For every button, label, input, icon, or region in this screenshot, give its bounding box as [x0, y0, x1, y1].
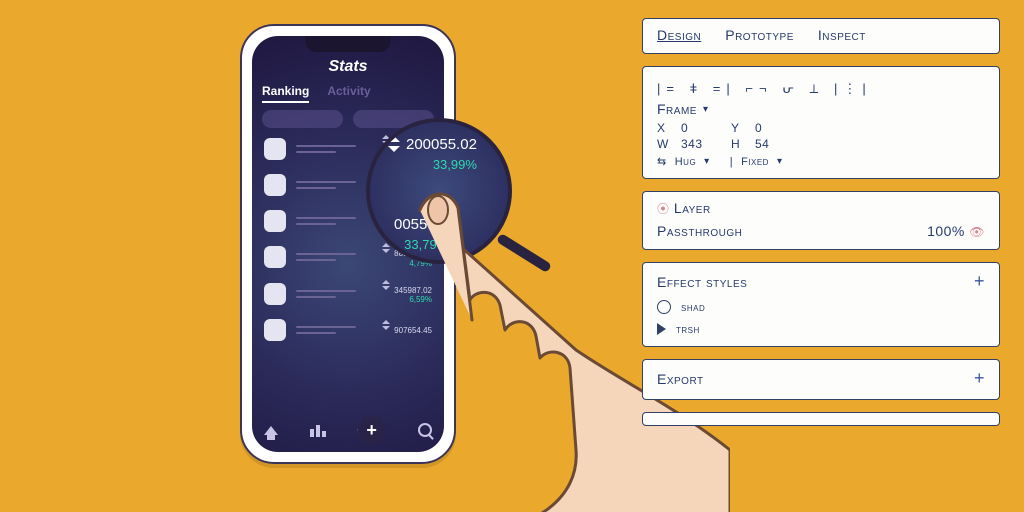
add-effect-button[interactable]: +	[974, 271, 985, 292]
item-text-placeholder	[296, 181, 356, 189]
magnified-percent: 33,79%	[394, 237, 448, 252]
add-export-button[interactable]: +	[974, 368, 985, 389]
filter-pill[interactable]	[262, 110, 343, 128]
tab-activity[interactable]: Activity	[327, 84, 370, 103]
item-text-placeholder	[296, 145, 356, 153]
tab-ranking[interactable]: Ranking	[262, 84, 309, 103]
effect-item[interactable]: trsh	[657, 322, 985, 336]
item-thumb	[264, 138, 286, 160]
phone-notch	[305, 36, 391, 52]
fixed-dropdown[interactable]: Fixed	[741, 156, 769, 168]
item-text-placeholder	[296, 253, 356, 261]
tab-design[interactable]: Design	[657, 27, 701, 43]
item-text-placeholder	[296, 217, 356, 225]
home-icon[interactable]	[262, 421, 280, 439]
magnified-percent: 33,99%	[406, 157, 477, 172]
alignment-icons[interactable]: |= ǂ =| ⌐¬ ᕂ ⟂ |⋮|	[657, 81, 985, 97]
effect-item[interactable]: shad	[657, 300, 985, 314]
frame-label: Frame	[657, 101, 697, 117]
y-value[interactable]: 0	[755, 121, 805, 135]
magnifier-lens: 200055.02 33,99% 0055.45 33,79%	[366, 118, 512, 264]
add-button[interactable]: +	[357, 415, 387, 445]
w-value[interactable]: 343	[681, 137, 731, 151]
hug-dropdown[interactable]: Hug	[675, 156, 696, 168]
list-item[interactable]: 345987.026,59%	[264, 283, 432, 305]
h-label: H	[731, 137, 755, 151]
item-text-placeholder	[296, 326, 356, 334]
layer-title: Layer	[674, 200, 711, 216]
magnified-amount: 0055.45	[394, 216, 448, 233]
item-text-placeholder	[296, 290, 356, 298]
stats-icon[interactable]	[309, 421, 327, 439]
effects-panel: Effect styles + shad trsh	[642, 262, 1000, 347]
item-amount: 907654.45	[394, 326, 432, 335]
x-value[interactable]: 0	[681, 121, 731, 135]
eye-icon[interactable]: ⦿	[657, 202, 670, 216]
item-amount: 345987.02	[394, 286, 432, 295]
triangle-icon	[657, 323, 666, 335]
x-label: X	[657, 121, 681, 135]
magnified-amount: 200055.02	[406, 136, 477, 153]
item-thumb	[264, 246, 286, 268]
export-title: Export	[657, 371, 704, 387]
item-thumb	[264, 319, 286, 341]
search-icon[interactable]	[416, 421, 434, 439]
sort-icon	[388, 136, 400, 152]
sort-icon	[382, 320, 390, 330]
effects-title: Effect styles	[657, 274, 747, 290]
item-thumb	[264, 283, 286, 305]
visibility-icon[interactable]: 👁	[969, 225, 985, 239]
bottom-nav: +	[262, 416, 434, 444]
effect-label: shad	[681, 300, 705, 314]
resize-icon: ⇆	[657, 155, 667, 168]
export-panel: Export +	[642, 359, 1000, 400]
blend-mode[interactable]: Passthrough	[657, 223, 742, 239]
page-title: Stats	[252, 58, 444, 76]
circle-icon	[657, 300, 671, 314]
chevron-down-icon[interactable]: ▾	[703, 104, 709, 115]
w-label: W	[657, 137, 681, 151]
stats-tabs: Ranking Activity	[262, 84, 434, 103]
y-label: Y	[731, 121, 755, 135]
tab-inspect[interactable]: Inspect	[818, 27, 866, 43]
effect-label: trsh	[676, 322, 700, 336]
frame-panel: |= ǂ =| ⌐¬ ᕂ ⟂ |⋮| Frame ▾ X 0 Y 0 W 343…	[642, 66, 1000, 179]
h-value[interactable]: 54	[755, 137, 805, 151]
item-thumb	[264, 174, 286, 196]
inspector-tabs-panel: Design Prototype Inspect	[642, 18, 1000, 54]
item-percent: 6,59%	[382, 295, 432, 305]
inspector-panels: Design Prototype Inspect |= ǂ =| ⌐¬ ᕂ ⟂ …	[642, 18, 1000, 426]
list-item[interactable]: 907654.45	[264, 319, 432, 341]
tab-prototype[interactable]: Prototype	[725, 27, 794, 43]
collapsed-panel	[642, 412, 1000, 426]
item-thumb	[264, 210, 286, 232]
opacity-value[interactable]: 100%	[927, 223, 965, 239]
layer-panel: ⦿ Layer Passthrough 100% 👁	[642, 191, 1000, 250]
sort-icon	[382, 280, 390, 290]
